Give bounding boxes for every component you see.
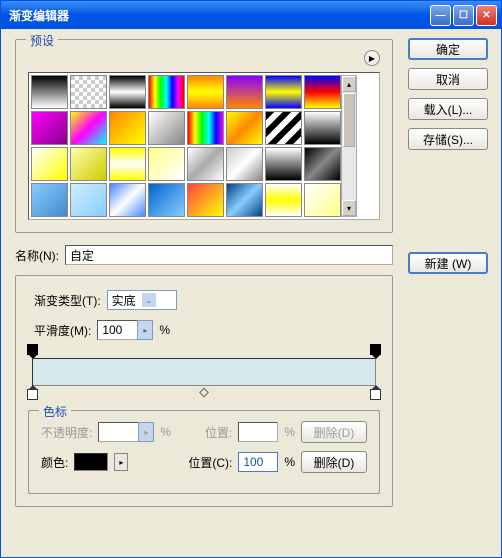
position2-unit: % [284,455,295,469]
preset-swatch[interactable] [31,111,68,145]
preset-swatch[interactable] [70,147,107,181]
stops-fieldset: 色标 不透明度: ▸ % 位置: % 删除(D [28,410,380,494]
preset-swatch[interactable] [148,111,185,145]
position2-label: 位置(C): [188,454,232,471]
opacity-stop-right[interactable] [370,344,381,358]
name-input[interactable] [65,245,393,265]
gradient-type-select[interactable]: 实底 ⌄ [107,290,177,310]
midpoint-marker[interactable] [199,388,209,398]
preset-swatch[interactable] [265,75,302,109]
preset-swatch[interactable] [265,183,302,217]
name-label: 名称(N): [15,247,59,264]
preset-swatch[interactable] [226,111,263,145]
gradient-type-value: 实底 [112,292,136,309]
titlebar[interactable]: 渐变编辑器 — ☐ ✕ [1,1,501,29]
preset-swatch[interactable] [148,183,185,217]
presets-fieldset: 预设 ▶ ▴ ▾ [15,39,393,233]
gradient-bar-area [32,358,376,386]
presets-legend: 预设 [26,32,58,49]
preset-swatch[interactable] [31,147,68,181]
preset-swatch[interactable] [70,183,107,217]
presets-menu-button[interactable]: ▶ [364,50,380,66]
opacity-input [98,422,138,442]
gradient-bar[interactable] [32,358,376,386]
close-button[interactable]: ✕ [476,5,497,26]
chevron-right-icon[interactable]: ▸ [137,320,153,340]
window-title: 渐变编辑器 [9,7,430,24]
preset-swatch[interactable] [304,75,341,109]
new-button[interactable]: 新建 (W) [408,252,488,274]
preset-swatch[interactable] [226,147,263,181]
preset-swatch[interactable] [109,183,146,217]
preset-swatch[interactable] [109,75,146,109]
gradient-type-label: 渐变类型(T): [34,292,101,309]
preset-swatch[interactable] [226,183,263,217]
opacity-stop-left[interactable] [27,344,38,358]
position1-label: 位置: [205,424,232,441]
delete-opacity-stop-button: 删除(D) [301,421,367,443]
preset-swatch[interactable] [265,111,302,145]
color-label: 颜色: [41,454,68,471]
preset-swatch[interactable] [265,147,302,181]
preset-swatch[interactable] [187,111,224,145]
scroll-thumb[interactable] [343,93,355,147]
preset-swatch[interactable] [31,183,68,217]
preset-swatch[interactable] [148,75,185,109]
preset-swatch[interactable] [304,111,341,145]
color-swatch[interactable] [74,453,108,471]
chevron-down-icon: ⌄ [142,293,156,307]
preset-swatch[interactable] [31,75,68,109]
preset-swatch[interactable] [226,75,263,109]
save-button[interactable]: 存储(S)... [408,128,488,150]
preset-swatch[interactable] [304,147,341,181]
smoothness-spinner[interactable]: ▸ [97,320,153,340]
opacity-label: 不透明度: [41,424,92,441]
presets-scrollbar[interactable]: ▴ ▾ [341,75,357,217]
preset-swatch[interactable] [148,147,185,181]
preset-swatch[interactable] [187,75,224,109]
smoothness-label: 平滑度(M): [34,322,91,339]
minimize-button[interactable]: — [430,5,451,26]
maximize-button[interactable]: ☐ [453,5,474,26]
chevron-right-icon: ▸ [138,422,154,442]
preset-swatch[interactable] [187,147,224,181]
swatch-grid [31,75,341,217]
preset-swatch[interactable] [70,111,107,145]
opacity-spinner: ▸ [98,422,154,442]
cancel-button[interactable]: 取消 [408,68,488,90]
preset-swatch[interactable] [187,183,224,217]
scroll-up-button[interactable]: ▴ [342,76,356,92]
color-stop-left[interactable] [27,386,38,400]
position1-input [238,422,278,442]
preset-swatch[interactable] [70,75,107,109]
smoothness-input[interactable] [97,320,137,340]
stops-legend: 色标 [39,403,71,420]
position2-input[interactable] [238,452,278,472]
delete-color-stop-button[interactable]: 删除(D) [301,451,367,473]
position1-unit: % [284,425,295,439]
color-stop-right[interactable] [370,386,381,400]
opacity-unit: % [160,425,171,439]
preset-swatch[interactable] [304,183,341,217]
smoothness-unit: % [159,323,170,337]
preset-swatch[interactable] [109,111,146,145]
preset-swatch[interactable] [109,147,146,181]
scroll-down-button[interactable]: ▾ [342,200,356,216]
gradient-editor-window: 渐变编辑器 — ☐ ✕ 预设 ▶ ▴ [0,0,502,558]
gradient-settings-fieldset: 渐变类型(T): 实底 ⌄ 平滑度(M): ▸ % [15,275,393,507]
ok-button[interactable]: 确定 [408,38,488,60]
load-button[interactable]: 载入(L)... [408,98,488,120]
color-menu-button[interactable]: ▸ [114,453,128,471]
